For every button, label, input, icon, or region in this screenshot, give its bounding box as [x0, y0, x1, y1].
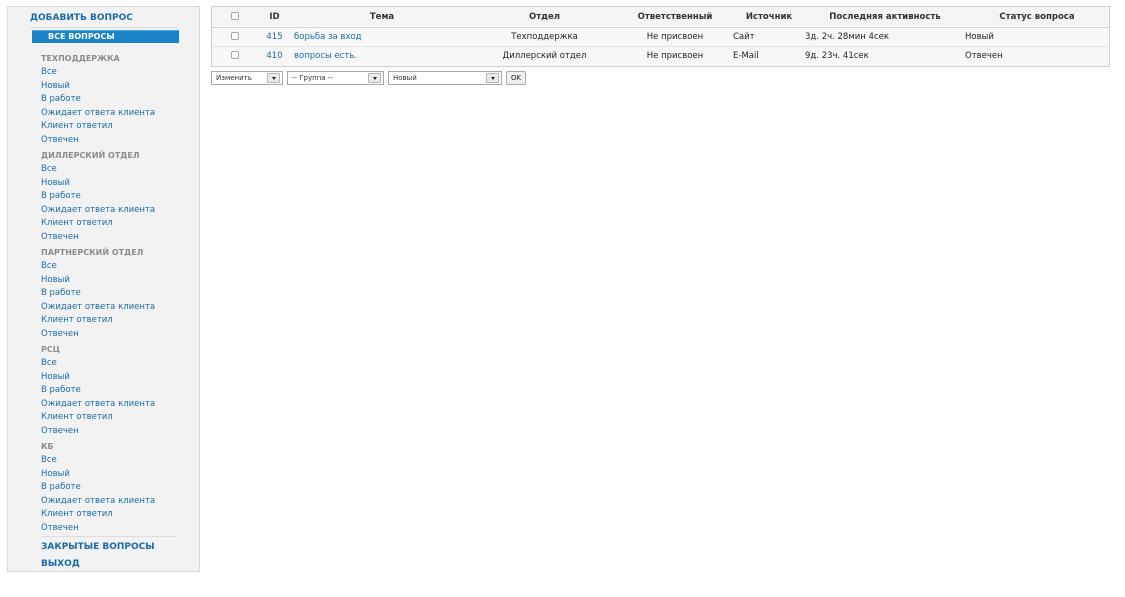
- sidebar-groups: Техподдержка Все Новый В работе Ожидает отве…: [41, 52, 191, 537]
- row-id-link[interactable]: 415: [257, 26, 292, 46]
- sidebar-filter-link[interactable]: В работе: [41, 190, 191, 204]
- sidebar-filter-link[interactable]: Ожидает ответа клиента: [41, 398, 191, 412]
- sidebar-group: Партнерский отдел Все Новый В работе Ожидает…: [41, 246, 191, 343]
- column-header-topic[interactable]: Тема: [292, 7, 472, 27]
- sidebar-filter-link[interactable]: Ожидает ответа клиента: [41, 301, 191, 315]
- sidebar-group-items: Все Новый В работе Ожидает ответа клиента Кл…: [41, 66, 191, 147]
- row-source: Сайт: [733, 26, 805, 46]
- closed-questions-link[interactable]: Закрытые вопросы: [41, 541, 155, 553]
- status-select-value: Новый: [393, 74, 417, 82]
- sidebar-group-title: РСЦ: [41, 345, 61, 354]
- sidebar-filter-link[interactable]: Новый: [41, 468, 191, 482]
- sidebar-filter-link[interactable]: Все: [41, 163, 191, 177]
- sidebar-filter-link[interactable]: Ожидает ответа клиента: [41, 204, 191, 218]
- column-header-responsible[interactable]: Ответственный: [617, 7, 733, 27]
- row-last-activity: 3д. 2ч. 28мин 4сек: [805, 26, 965, 46]
- sidebar-group: Диллерский отдел Все Новый В работе Ожидает …: [41, 149, 191, 246]
- sidebar-filter-link[interactable]: Отвечен: [41, 425, 191, 439]
- sidebar-filter-link[interactable]: Новый: [41, 177, 191, 191]
- sidebar-group-items: Все Новый В работе Ожидает ответа клиента Кл…: [41, 163, 191, 244]
- row-source: E-Mail: [733, 45, 805, 65]
- sidebar-divider: [30, 27, 177, 28]
- action-select[interactable]: Изменить: [211, 71, 283, 85]
- sidebar-group-title: Диллерский отдел: [41, 151, 140, 160]
- action-select-value: Изменить: [216, 74, 252, 82]
- row-checkbox-cell: [212, 45, 257, 65]
- sidebar-group: КБ Все Новый В работе Ожидает ответа клиента…: [41, 440, 191, 537]
- sidebar-filter-link[interactable]: Все: [41, 454, 191, 468]
- column-header-source[interactable]: Источник: [733, 7, 805, 27]
- column-header-department[interactable]: Отдел: [472, 7, 617, 27]
- sidebar-filter-link[interactable]: Новый: [41, 371, 191, 385]
- sidebar-filter-link[interactable]: Клиент ответил: [41, 217, 191, 231]
- sidebar-group-items: Все Новый В работе Ожидает ответа клиента Кл…: [41, 454, 191, 535]
- select-all-checkbox-cell: [212, 7, 257, 27]
- sidebar-filter-link[interactable]: В работе: [41, 384, 191, 398]
- sidebar-filter-link[interactable]: Отвечен: [41, 328, 191, 342]
- status-select[interactable]: Новый: [388, 71, 502, 85]
- sidebar-filter-link[interactable]: Отвечен: [41, 522, 191, 536]
- table-row: 415 борьба за вход Техподдержка Не присв…: [212, 26, 1109, 46]
- row-topic-link[interactable]: борьба за вход: [292, 26, 472, 46]
- sidebar-filter-link[interactable]: Клиент ответил: [41, 314, 191, 328]
- row-department: Диллерский отдел: [472, 45, 617, 65]
- table-row: 410 вопросы есть. Диллерский отдел Не пр…: [212, 45, 1109, 65]
- group-select[interactable]: -- Группа --: [287, 71, 384, 85]
- sidebar-filter-link[interactable]: Ожидает ответа клиента: [41, 495, 191, 509]
- sidebar-filter-link[interactable]: В работе: [41, 481, 191, 495]
- ok-button[interactable]: OK: [506, 71, 526, 85]
- sidebar-filter-link[interactable]: Ожидает ответа клиента: [41, 107, 191, 121]
- row-topic-link[interactable]: вопросы есть.: [292, 45, 472, 65]
- sidebar-filter-link[interactable]: Новый: [41, 274, 191, 288]
- chevron-down-icon: [486, 73, 499, 83]
- row-last-activity: 9д. 23ч. 41сек: [805, 45, 965, 65]
- sidebar-filter-link[interactable]: Клиент ответил: [41, 411, 191, 425]
- sidebar: Добавить вопрос Все вопросы Техподдержка…: [7, 6, 200, 572]
- sidebar-filter-link[interactable]: Новый: [41, 80, 191, 94]
- row-status: Новый: [965, 26, 1109, 46]
- row-checkbox[interactable]: [230, 32, 239, 40]
- row-checkbox-cell: [212, 26, 257, 46]
- logout-link[interactable]: Выход: [41, 558, 80, 570]
- sidebar-item-all-questions[interactable]: Все вопросы: [32, 30, 179, 43]
- row-department: Техподдержка: [472, 26, 617, 46]
- sidebar-filter-link[interactable]: Отвечен: [41, 231, 191, 245]
- sidebar-group-title: Техподдержка: [41, 54, 120, 63]
- row-status: Отвечен: [965, 45, 1109, 65]
- sidebar-group: РСЦ Все Новый В работе Ожидает ответа клиент…: [41, 343, 191, 440]
- row-responsible: Не присвоен: [617, 26, 733, 46]
- add-question-link[interactable]: Добавить вопрос: [30, 12, 133, 24]
- chevron-down-icon: [368, 73, 381, 83]
- row-id-link[interactable]: 410: [257, 45, 292, 65]
- chevron-down-icon: [267, 73, 280, 83]
- sidebar-divider: [41, 536, 176, 537]
- sidebar-group: Техподдержка Все Новый В работе Ожидает отве…: [41, 52, 191, 149]
- column-header-status[interactable]: Статус вопроса: [965, 7, 1109, 27]
- sidebar-group-items: Все Новый В работе Ожидает ответа клиента Кл…: [41, 357, 191, 438]
- sidebar-filter-link[interactable]: Все: [41, 260, 191, 274]
- sidebar-filter-link[interactable]: Все: [41, 357, 191, 371]
- sidebar-group-items: Все Новый В работе Ожидает ответа клиента Кл…: [41, 260, 191, 341]
- sidebar-filter-link[interactable]: В работе: [41, 93, 191, 107]
- select-all-checkbox[interactable]: [230, 12, 239, 21]
- column-header-last-activity[interactable]: Последняя активность: [805, 7, 965, 27]
- sidebar-filter-link[interactable]: Отвечен: [41, 134, 191, 148]
- sidebar-group-title: КБ: [41, 442, 54, 451]
- column-header-id[interactable]: ID: [257, 7, 292, 27]
- row-checkbox[interactable]: [230, 51, 239, 60]
- row-responsible: Не присвоен: [617, 45, 733, 65]
- sidebar-group-title: Партнерский отдел: [41, 248, 144, 257]
- table-header-row: ID Тема Отдел Ответственный Источник Пос…: [212, 7, 1109, 27]
- group-select-value: -- Группа --: [292, 74, 333, 82]
- sidebar-filter-link[interactable]: Все: [41, 66, 191, 80]
- sidebar-filter-link[interactable]: Клиент ответил: [41, 120, 191, 134]
- sidebar-filter-link[interactable]: В работе: [41, 287, 191, 301]
- questions-table: ID Тема Отдел Ответственный Источник Пос…: [211, 6, 1110, 67]
- sidebar-filter-link[interactable]: Клиент ответил: [41, 508, 191, 522]
